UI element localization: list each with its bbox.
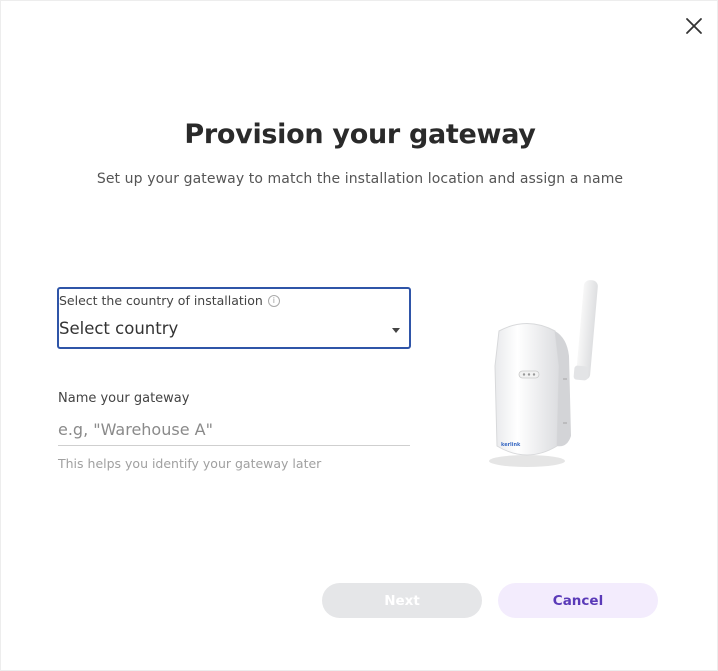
close-icon: [686, 18, 702, 34]
gateway-name-input[interactable]: [58, 414, 410, 446]
next-button[interactable]: Next: [322, 583, 482, 618]
provision-gateway-dialog: Provision your gateway Set up your gatew…: [0, 0, 718, 671]
country-select[interactable]: Select the country of installation i Sel…: [57, 287, 411, 349]
info-icon[interactable]: i: [267, 294, 280, 307]
country-select-label-row: Select the country of installation i: [59, 293, 280, 308]
cancel-button[interactable]: Cancel: [498, 583, 658, 618]
chevron-down-icon: [392, 328, 400, 333]
country-select-label: Select the country of installation: [59, 293, 263, 308]
close-button[interactable]: [681, 13, 707, 39]
dialog-title: Provision your gateway: [184, 119, 536, 150]
country-select-value: Select country: [59, 319, 179, 338]
gateway-name-helper: This helps you identify your gateway lat…: [58, 456, 322, 471]
gateway-device-image: kerlink: [489, 280, 598, 467]
dialog-subtitle: Set up your gateway to match the install…: [96, 171, 624, 187]
device-brand-mark: kerlink: [501, 442, 521, 448]
gateway-name-label: Name your gateway: [58, 391, 190, 406]
